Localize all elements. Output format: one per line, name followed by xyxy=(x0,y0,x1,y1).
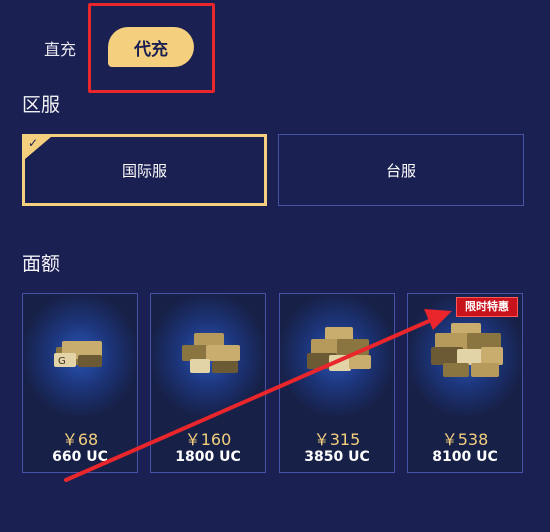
server-option-international[interactable]: ✓ 国际服 xyxy=(22,134,267,206)
amount-card-8100[interactable]: 限时特惠 ￥538 8100 UC xyxy=(407,293,523,473)
uc-coin-pack-icon xyxy=(152,295,264,415)
tab-direct-recharge[interactable]: 直充 xyxy=(44,36,76,60)
amount-card-3850[interactable]: ￥315 3850 UC xyxy=(279,293,395,473)
amount-price: ￥315 xyxy=(313,430,361,449)
amount-price: ￥538 xyxy=(441,430,489,449)
uc-coin-pack-icon: G xyxy=(24,295,136,415)
amount-uc: 660 UC xyxy=(52,449,108,465)
amount-uc: 1800 UC xyxy=(175,449,241,465)
region-section-title: 区服 xyxy=(22,94,61,116)
amount-card-1800[interactable]: ￥160 1800 UC xyxy=(150,293,266,473)
svg-text:G: G xyxy=(58,356,66,367)
denomination-section-title: 面额 xyxy=(22,253,61,275)
server-option-label: 国际服 xyxy=(121,161,167,180)
server-option-taiwan[interactable]: 台服 xyxy=(278,134,524,206)
check-icon: ✓ xyxy=(25,137,51,159)
limited-offer-badge: 限时特惠 xyxy=(456,297,518,317)
amount-price: ￥68 xyxy=(61,430,99,449)
amount-uc: 3850 UC xyxy=(304,449,370,465)
server-option-label: 台服 xyxy=(385,161,416,180)
annotation-highlight-box xyxy=(88,3,215,93)
amount-price: ￥160 xyxy=(184,430,232,449)
amount-uc: 8100 UC xyxy=(432,449,498,465)
uc-coin-pack-icon xyxy=(281,295,393,415)
tab-bar: 直充 代充 xyxy=(0,0,550,80)
amount-card-660[interactable]: G ￥68 660 UC xyxy=(22,293,138,473)
